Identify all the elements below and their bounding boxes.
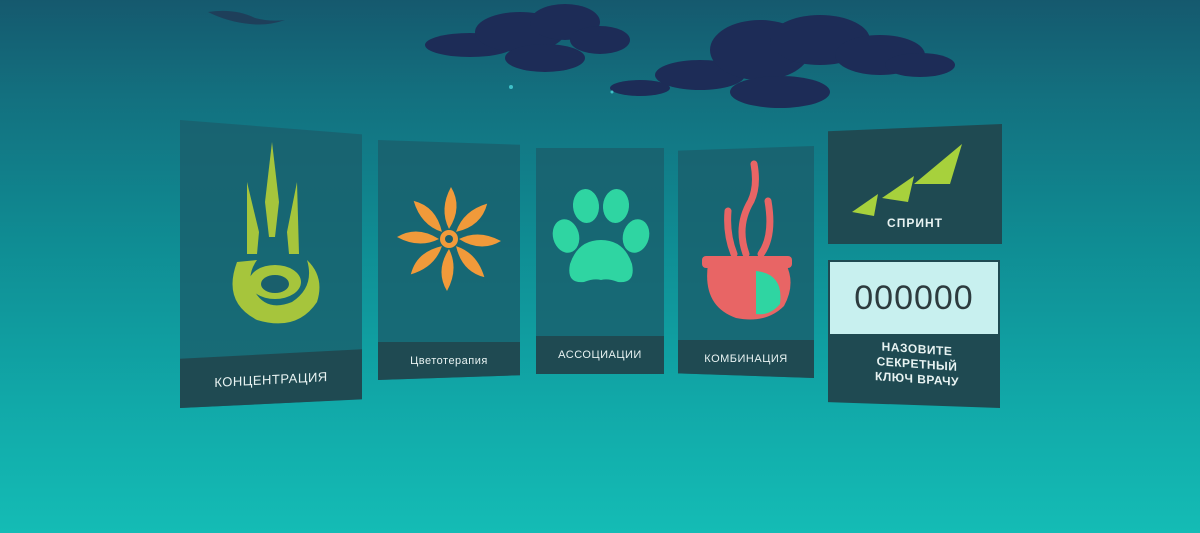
tile-associations-label: АССОЦИАЦИИ — [558, 349, 642, 361]
secret-code-display: 000000 — [830, 262, 998, 334]
tile-associations[interactable]: АССОЦИАЦИИ — [536, 148, 664, 374]
night-cloud — [610, 15, 955, 108]
tile-label: АССОЦИАЦИИ — [536, 336, 664, 374]
star — [610, 90, 614, 94]
tile-concentration[interactable]: КОНЦЕНТРАЦИЯ — [180, 120, 362, 408]
tile-concentration-label: КОНЦЕНТРАЦИЯ — [214, 368, 328, 390]
tile-label: Цветотерапия — [378, 342, 520, 380]
sprint-button[interactable]: СПРИНТ — [828, 124, 1002, 244]
star — [509, 85, 513, 89]
night-cloud — [425, 4, 630, 72]
paw-print-icon — [552, 189, 650, 283]
vr-scene: КОНЦЕНТРАЦИЯ Цветотерапия АССОЦИАЦИИ КОМ… — [0, 0, 1200, 533]
bird-silhouette — [208, 10, 285, 25]
tile-label: КОМБИНАЦИЯ — [678, 340, 814, 378]
flame-swirl-icon — [232, 142, 320, 324]
tile-color-therapy[interactable]: Цветотерапия — [378, 140, 520, 380]
steaming-pot-icon — [702, 160, 792, 320]
secret-code-value: 000000 — [854, 278, 974, 317]
tile-combination[interactable]: КОМБИНАЦИЯ — [678, 146, 814, 378]
tile-label: КОНЦЕНТРАЦИЯ — [180, 349, 362, 408]
tile-combination-label: КОМБИНАЦИЯ — [704, 353, 788, 365]
triple-arrow-icon — [852, 144, 962, 216]
sprint-label: СПРИНТ — [887, 216, 943, 230]
tile-color-therapy-label: Цветотерапия — [410, 355, 488, 367]
pinwheel-flower-icon — [397, 187, 501, 291]
